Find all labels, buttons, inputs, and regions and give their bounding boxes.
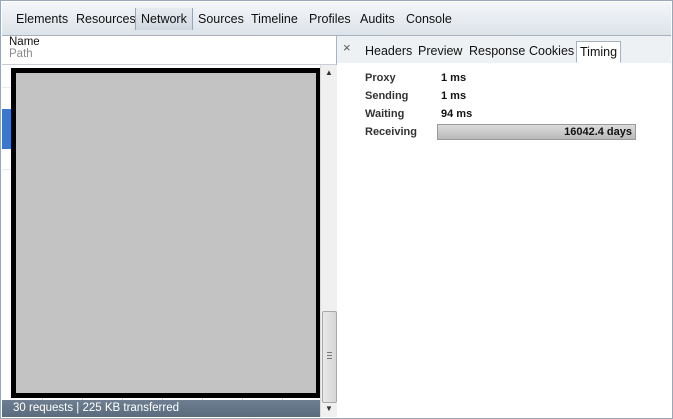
timing-value-waiting: 94 ms <box>441 108 473 120</box>
grip-line <box>327 358 332 359</box>
grip-line <box>327 355 332 356</box>
request-details-panel: × Headers Preview Response Cookies Timin… <box>337 36 671 417</box>
timing-value-sending: 1 ms <box>441 90 467 102</box>
tab-console[interactable]: Console <box>401 8 457 30</box>
column-path-label: Path <box>9 48 33 60</box>
timing-label-sending: Sending <box>365 90 409 102</box>
image-preview-placeholder <box>11 68 320 398</box>
timing-value-receiving: 16042.4 days <box>564 126 632 138</box>
request-rows[interactable] <box>2 65 320 400</box>
grip-line <box>327 352 332 353</box>
devtools-toolbar: Elements Resources Network Sources Timel… <box>2 2 671 36</box>
scroll-up-arrow-icon[interactable]: ▲ <box>321 65 337 81</box>
receiving-bar: 16042.4 days <box>437 124 636 140</box>
timing-label-proxy: Proxy <box>365 72 396 84</box>
close-icon[interactable]: × <box>343 40 351 55</box>
vertical-scrollbar[interactable]: ▲ ▼ <box>320 65 337 417</box>
tab-timeline[interactable]: Timeline <box>246 8 303 30</box>
scroll-down-arrow-icon[interactable]: ▼ <box>321 401 337 417</box>
scroll-thumb[interactable] <box>322 311 337 403</box>
tab-audits[interactable]: Audits <box>355 8 400 30</box>
tab-resources[interactable]: Resources <box>71 8 141 30</box>
detail-tab-bar: × Headers Preview Response Cookies Timin… <box>337 36 671 64</box>
tab-profiles[interactable]: Profiles <box>304 8 356 30</box>
timing-label-receiving: Receiving <box>365 126 417 138</box>
tab-sources[interactable]: Sources <box>193 8 249 30</box>
tab-network[interactable]: Network <box>135 8 193 30</box>
tab-response[interactable]: Response <box>466 41 528 61</box>
tab-cookies[interactable]: Cookies <box>526 41 577 61</box>
devtools-window: Elements Resources Network Sources Timel… <box>0 0 673 419</box>
column-header[interactable]: Name Path <box>2 36 336 65</box>
tab-preview[interactable]: Preview <box>415 41 465 61</box>
status-summary: 30 requests | 225 KB transferred <box>13 402 179 414</box>
timing-value-proxy: 1 ms <box>441 72 467 84</box>
tab-timing[interactable]: Timing <box>576 41 622 63</box>
column-name-label: Name <box>9 36 40 48</box>
timing-view: Proxy 1 ms Sending 1 ms Waiting 94 ms Re… <box>337 63 671 417</box>
tab-headers[interactable]: Headers <box>362 41 415 61</box>
timing-label-waiting: Waiting <box>365 108 405 120</box>
network-request-list: Name Path ▲ ▼ 30 requests | 225 KB trans… <box>2 36 337 417</box>
tab-elements[interactable]: Elements <box>11 8 73 30</box>
status-bar: 30 requests | 225 KB transferred <box>2 400 320 417</box>
